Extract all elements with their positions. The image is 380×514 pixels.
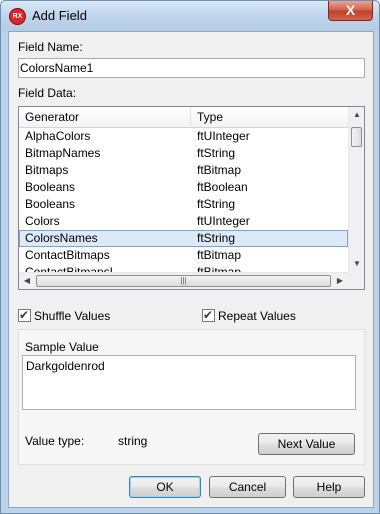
horizontal-scrollbar[interactable]: ◀ ||| ▶ <box>19 272 348 289</box>
next-value-button[interactable]: Next Value <box>258 433 355 455</box>
grid-rows: AlphaColors ftUInteger BitmapNames ftStrin… <box>19 128 348 281</box>
type-cell: ftUInteger <box>197 214 250 228</box>
shuffle-values-checkbox[interactable]: ✔ Shuffle Values <box>18 308 110 324</box>
close-button[interactable]: X <box>328 1 373 21</box>
generator-cell: ContactBitmaps <box>25 248 110 262</box>
type-cell: ftUInteger <box>197 129 250 143</box>
field-data-label: Field Data: <box>18 86 77 100</box>
generator-cell: ColorsNames <box>25 231 98 245</box>
value-type-label: Value type: <box>25 434 85 448</box>
generator-grid[interactable]: Generator Type AlphaColors ftUInteger Bit… <box>18 106 365 290</box>
repeat-values-checkbox[interactable]: ✔ Repeat Values <box>202 308 296 324</box>
value-type-value: string <box>118 434 148 448</box>
table-row-selected[interactable]: ColorsNames ftString <box>19 230 348 247</box>
grid-header: Generator Type <box>19 107 348 128</box>
scroll-right-arrow-icon[interactable]: ▶ <box>332 273 348 289</box>
table-row[interactable]: Colors ftUInteger <box>19 213 348 230</box>
type-cell: ftBitmap <box>197 248 242 262</box>
checkmark-icon: ✔ <box>203 308 214 322</box>
scroll-down-arrow-icon[interactable]: ▼ <box>349 256 364 272</box>
field-name-input[interactable] <box>18 58 365 78</box>
table-row[interactable]: Booleans ftBoolean <box>19 179 348 196</box>
generator-cell: Booleans <box>25 197 76 211</box>
type-cell: ftBoolean <box>197 180 248 194</box>
type-cell: ftBitmap <box>197 163 242 177</box>
checkmark-icon: ✔ <box>19 308 30 322</box>
generator-cell: Booleans <box>25 180 76 194</box>
vertical-scroll-thumb[interactable] <box>351 127 362 147</box>
scroll-left-arrow-icon[interactable]: ◀ <box>19 273 35 289</box>
ok-button[interactable]: OK <box>129 476 201 498</box>
generator-cell: BitmapNames <box>25 146 101 160</box>
table-row[interactable]: Booleans ftString <box>19 196 348 213</box>
type-cell: ftString <box>197 231 236 245</box>
cancel-button[interactable]: Cancel <box>209 476 286 498</box>
scroll-up-arrow-icon[interactable]: ▲ <box>349 107 364 123</box>
dialog-title: Add Field <box>32 8 87 23</box>
shuffle-values-label: Shuffle Values <box>34 309 111 323</box>
generator-cell: Colors <box>25 214 60 228</box>
field-name-label: Field Name: <box>18 40 83 54</box>
table-row[interactable]: BitmapNames ftString <box>19 145 348 162</box>
table-row[interactable]: ContactBitmaps ftBitmap <box>19 247 348 264</box>
app-icon: RX <box>9 8 26 25</box>
type-cell: ftString <box>197 146 236 160</box>
dialog-body: Field Name: Field Data: Generator Type A… <box>8 31 374 508</box>
sample-value-display[interactable]: Darkgoldenrod <box>22 355 356 410</box>
vertical-scrollbar[interactable]: ▲ ▼ <box>348 107 364 272</box>
add-field-dialog: RX Add Field X Field Name: Field Data: G… <box>0 0 380 514</box>
horizontal-scroll-thumb[interactable]: ||| <box>36 275 331 287</box>
table-row[interactable]: Bitmaps ftBitmap <box>19 162 348 179</box>
generator-cell: AlphaColors <box>25 129 91 143</box>
column-header-type[interactable]: Type <box>191 107 348 127</box>
column-header-generator[interactable]: Generator <box>19 107 191 127</box>
checkbox-box[interactable]: ✔ <box>18 308 31 322</box>
help-button[interactable]: Help <box>293 476 365 498</box>
table-row[interactable]: AlphaColors ftUInteger <box>19 128 348 145</box>
repeat-values-label: Repeat Values <box>218 309 296 323</box>
scrollbar-corner <box>348 272 364 289</box>
title-bar[interactable]: RX Add Field X <box>1 1 379 31</box>
checkbox-box[interactable]: ✔ <box>202 308 215 322</box>
type-cell: ftString <box>197 197 236 211</box>
sample-value-label: Sample Value <box>25 340 99 354</box>
generator-cell: Bitmaps <box>25 163 69 177</box>
